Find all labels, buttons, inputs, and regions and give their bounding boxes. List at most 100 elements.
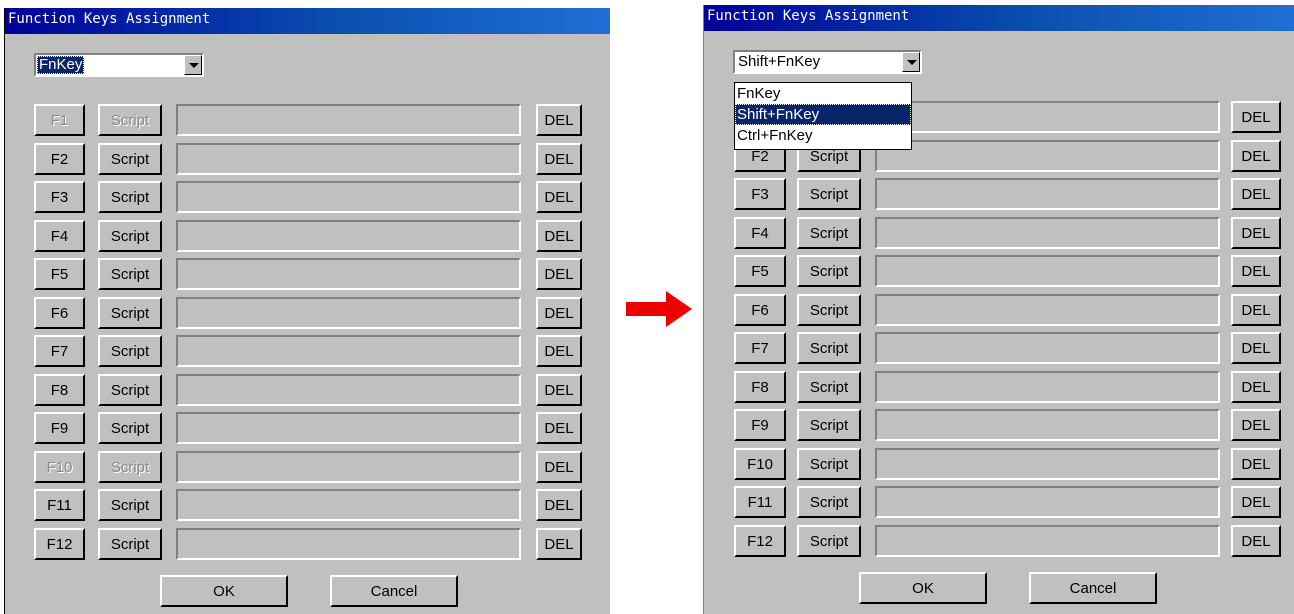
del-button[interactable]: DEL	[536, 181, 582, 213]
script-button[interactable]: Script	[797, 486, 861, 518]
del-button[interactable]: DEL	[536, 374, 582, 406]
assignment-field[interactable]	[875, 178, 1220, 210]
script-button[interactable]: Script	[797, 294, 861, 326]
script-button[interactable]: Script	[98, 297, 162, 329]
cancel-button[interactable]: Cancel	[1029, 572, 1157, 604]
fkey-button-f9[interactable]: F9	[734, 409, 786, 441]
del-button[interactable]: DEL	[536, 220, 582, 252]
dropdown-option[interactable]: Shift+FnKey	[735, 104, 911, 125]
assignment-field[interactable]	[875, 525, 1220, 557]
fkey-button-f11[interactable]: F11	[34, 489, 85, 521]
del-button[interactable]: DEL	[1231, 371, 1281, 403]
fkey-button-f12[interactable]: F12	[734, 525, 786, 557]
fkey-button-f5[interactable]: F5	[734, 255, 786, 287]
modifier-dropdown-list[interactable]: FnKey Shift+FnKey Ctrl+FnKey	[734, 82, 912, 150]
assignment-field[interactable]	[176, 220, 521, 252]
fkey-button-f12[interactable]: F12	[34, 528, 85, 560]
assignment-field[interactable]	[875, 332, 1220, 364]
fkey-button-f4[interactable]: F4	[734, 217, 786, 249]
del-button[interactable]: DEL	[1231, 255, 1281, 287]
del-button[interactable]: DEL	[1231, 409, 1281, 441]
script-button[interactable]: Script	[797, 448, 861, 480]
script-button[interactable]: Script	[98, 489, 162, 521]
assignment-field[interactable]	[176, 335, 521, 367]
script-button[interactable]: Script	[98, 104, 162, 136]
ok-button[interactable]: OK	[160, 575, 288, 607]
assignment-field[interactable]	[875, 409, 1220, 441]
script-button[interactable]: Script	[797, 371, 861, 403]
dropdown-option[interactable]: Ctrl+FnKey	[735, 125, 911, 146]
script-button[interactable]: Script	[98, 258, 162, 290]
del-button[interactable]: DEL	[1231, 486, 1281, 518]
fkey-button-f7[interactable]: F7	[34, 335, 85, 367]
fkey-button-f6[interactable]: F6	[734, 294, 786, 326]
script-button[interactable]: Script	[797, 409, 861, 441]
assignment-field[interactable]	[176, 412, 521, 444]
assignment-field[interactable]	[176, 104, 521, 136]
dropdown-option[interactable]: FnKey	[735, 83, 911, 104]
script-button[interactable]: Script	[98, 451, 162, 483]
del-button[interactable]: DEL	[536, 412, 582, 444]
script-button[interactable]: Script	[797, 525, 861, 557]
assignment-field[interactable]	[875, 101, 1220, 133]
assignment-field[interactable]	[176, 374, 521, 406]
del-button[interactable]: DEL	[536, 451, 582, 483]
fkey-button-f8[interactable]: F8	[734, 371, 786, 403]
del-button[interactable]: DEL	[536, 528, 582, 560]
assignment-field[interactable]	[176, 143, 521, 175]
del-button[interactable]: DEL	[1231, 448, 1281, 480]
del-button[interactable]: DEL	[536, 335, 582, 367]
assignment-field[interactable]	[176, 489, 521, 521]
script-button[interactable]: Script	[98, 220, 162, 252]
assignment-field[interactable]	[176, 258, 521, 290]
chevron-down-icon[interactable]	[902, 52, 920, 72]
script-button[interactable]: Script	[797, 255, 861, 287]
script-button[interactable]: Script	[98, 181, 162, 213]
script-button[interactable]: Script	[98, 335, 162, 367]
script-button[interactable]: Script	[98, 412, 162, 444]
assignment-field[interactable]	[176, 297, 521, 329]
modifier-combobox[interactable]: Shift+FnKey	[733, 50, 922, 74]
script-button[interactable]: Script	[797, 178, 861, 210]
script-button[interactable]: Script	[797, 332, 861, 364]
cancel-button[interactable]: Cancel	[330, 575, 458, 607]
assignment-field[interactable]	[875, 294, 1220, 326]
del-button[interactable]: DEL	[536, 489, 582, 521]
script-button[interactable]: Script	[797, 217, 861, 249]
assignment-field[interactable]	[176, 528, 521, 560]
fkey-button-f5[interactable]: F5	[34, 258, 85, 290]
assignment-field[interactable]	[875, 140, 1220, 172]
del-button[interactable]: DEL	[1231, 101, 1281, 133]
fkey-button-f1[interactable]: F1	[34, 104, 85, 136]
del-button[interactable]: DEL	[1231, 140, 1281, 172]
assignment-field[interactable]	[176, 451, 521, 483]
chevron-down-icon[interactable]	[184, 55, 202, 75]
del-button[interactable]: DEL	[536, 297, 582, 329]
fkey-button-f2[interactable]: F2	[34, 143, 85, 175]
assignment-field[interactable]	[875, 486, 1220, 518]
script-button[interactable]: Script	[98, 528, 162, 560]
modifier-combobox[interactable]: FnKey	[34, 53, 204, 77]
fkey-button-f11[interactable]: F11	[734, 486, 786, 518]
del-button[interactable]: DEL	[536, 258, 582, 290]
script-button[interactable]: Script	[98, 374, 162, 406]
fkey-button-f9[interactable]: F9	[34, 412, 85, 444]
fkey-button-f3[interactable]: F3	[34, 181, 85, 213]
fkey-button-f8[interactable]: F8	[34, 374, 85, 406]
del-button[interactable]: DEL	[1231, 525, 1281, 557]
fkey-button-f6[interactable]: F6	[34, 297, 85, 329]
del-button[interactable]: DEL	[1231, 178, 1281, 210]
del-button[interactable]: DEL	[1231, 217, 1281, 249]
assignment-field[interactable]	[875, 448, 1220, 480]
del-button[interactable]: DEL	[1231, 332, 1281, 364]
script-button[interactable]: Script	[98, 143, 162, 175]
fkey-button-f7[interactable]: F7	[734, 332, 786, 364]
assignment-field[interactable]	[875, 371, 1220, 403]
assignment-field[interactable]	[875, 217, 1220, 249]
fkey-button-f10[interactable]: F10	[734, 448, 786, 480]
del-button[interactable]: DEL	[536, 104, 582, 136]
assignment-field[interactable]	[176, 181, 521, 213]
fkey-button-f10[interactable]: F10	[34, 451, 85, 483]
fkey-button-f4[interactable]: F4	[34, 220, 85, 252]
assignment-field[interactable]	[875, 255, 1220, 287]
